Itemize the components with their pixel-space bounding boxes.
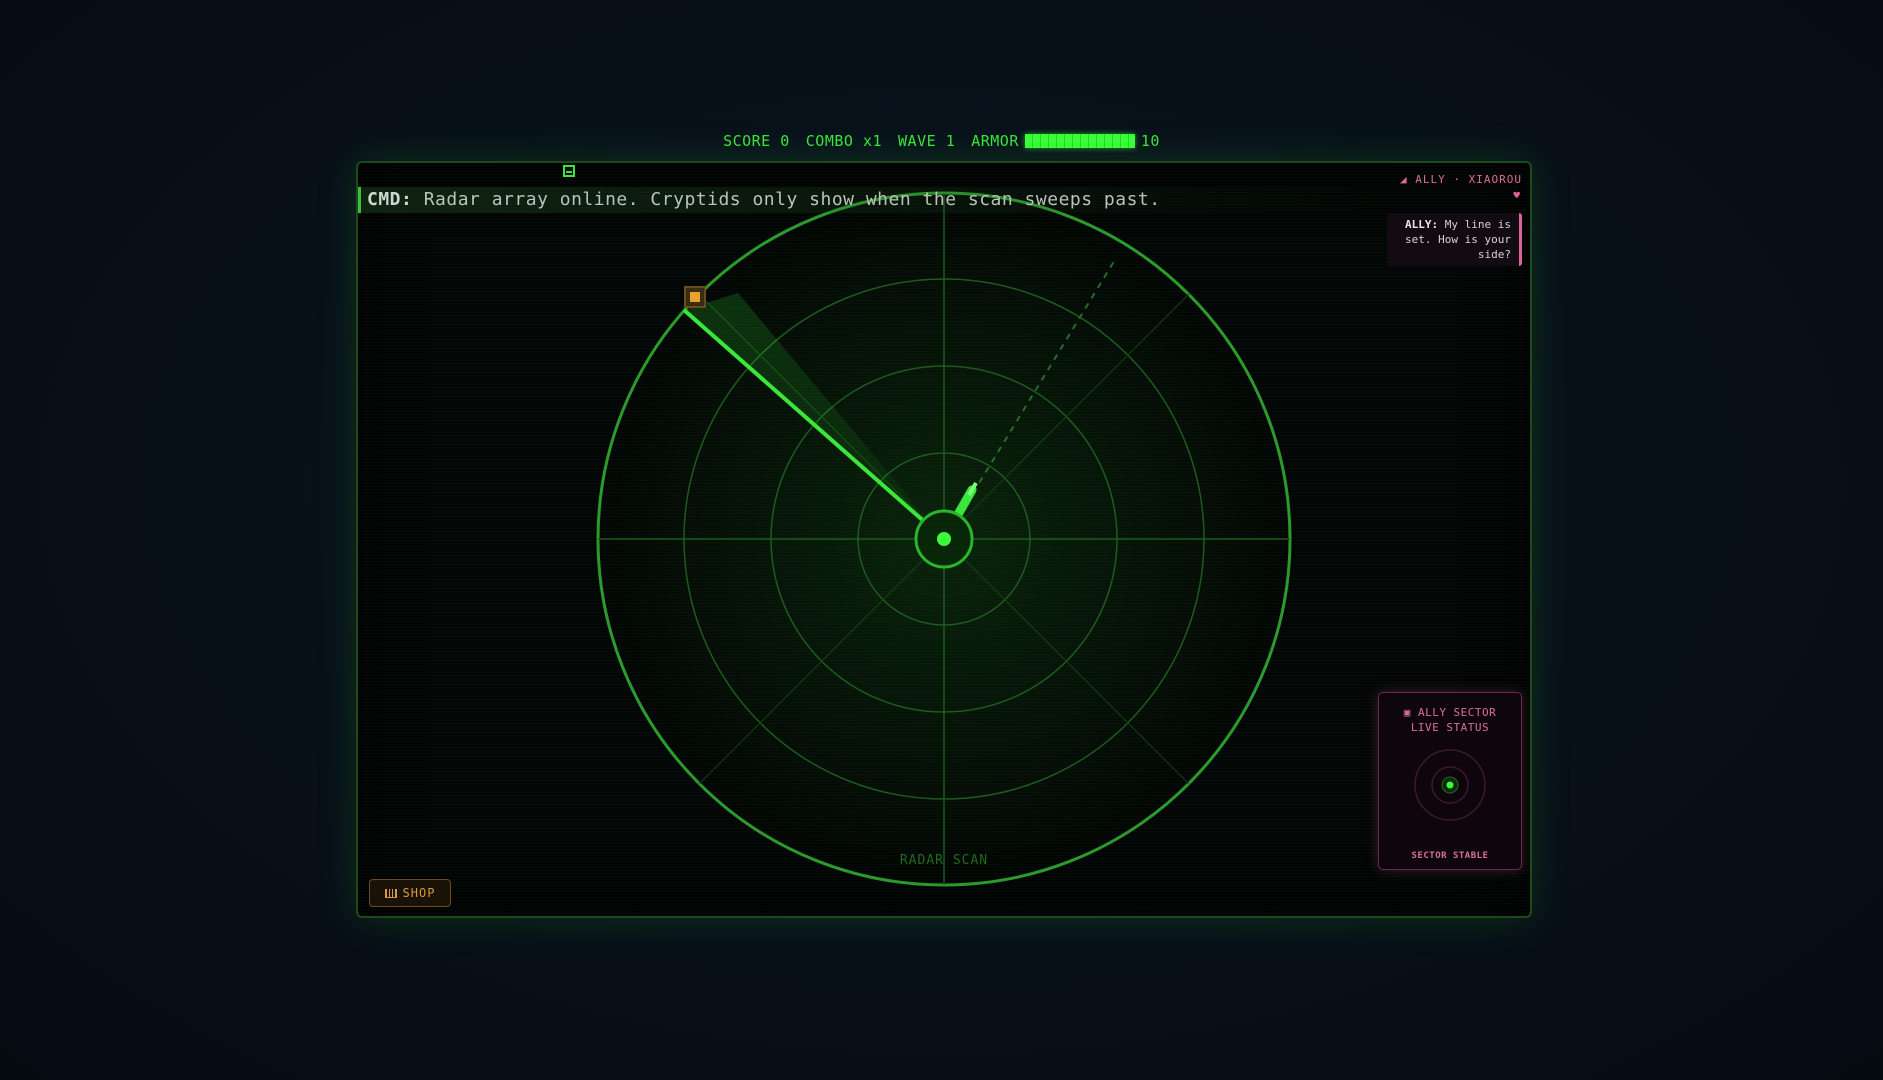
score-value: 0 [780, 132, 790, 150]
radar-display[interactable] [358, 163, 1530, 916]
ally-sector-panel: ▣ ALLY SECTOR LIVE STATUS SECTOR STABLE [1378, 692, 1522, 870]
turret-core [937, 532, 951, 546]
score-display: SCORE 0 [723, 132, 790, 150]
ally-panel-title-line1: ▣ ALLY SECTOR [1403, 706, 1497, 719]
ally-mini-radar [1414, 749, 1486, 821]
save-icon [563, 165, 575, 177]
cmd-tag: CMD: [367, 189, 413, 210]
ally-panel-title-line2: LIVE STATUS [1410, 721, 1490, 734]
ally-panel-title: ▣ ALLY SECTOR LIVE STATUS [1379, 705, 1521, 735]
ally-chat-bubble: ALLY: My line is set. How is your side? [1387, 213, 1522, 266]
radar-scan-label: RADAR SCAN [899, 853, 989, 868]
command-message-bar: CMD: Radar array online. Cryptids only s… [358, 187, 1387, 213]
armor-display: ARMOR 10 [971, 132, 1160, 150]
radar-window: CMD: Radar array online. Cryptids only s… [356, 161, 1532, 918]
ally-sector-status: SECTOR STABLE [1411, 851, 1489, 861]
enemy-blip-core [690, 292, 700, 302]
cmd-message: Radar array online. Cryptids only show w… [412, 189, 1161, 210]
combo-display: COMBO x1 [805, 132, 883, 150]
cart-icon [384, 888, 397, 898]
shop-button[interactable]: SHOP [369, 879, 451, 907]
hud-bar: SCORE 0 COMBO x1 WAVE 1 ARMOR 10 [0, 130, 1883, 152]
shop-label: SHOP [402, 886, 436, 900]
armor-bar [1024, 134, 1135, 148]
heart-icon: ♥ [1513, 189, 1520, 202]
combo-value: x1 [862, 132, 883, 150]
armor-value: 10 [1140, 132, 1160, 150]
wave-value: 1 [945, 132, 956, 150]
ally-header: ◢ ALLY · XIAOROU [1400, 173, 1522, 186]
wave-display: WAVE 1 [898, 132, 956, 150]
ally-name: ALLY: [1405, 218, 1439, 231]
